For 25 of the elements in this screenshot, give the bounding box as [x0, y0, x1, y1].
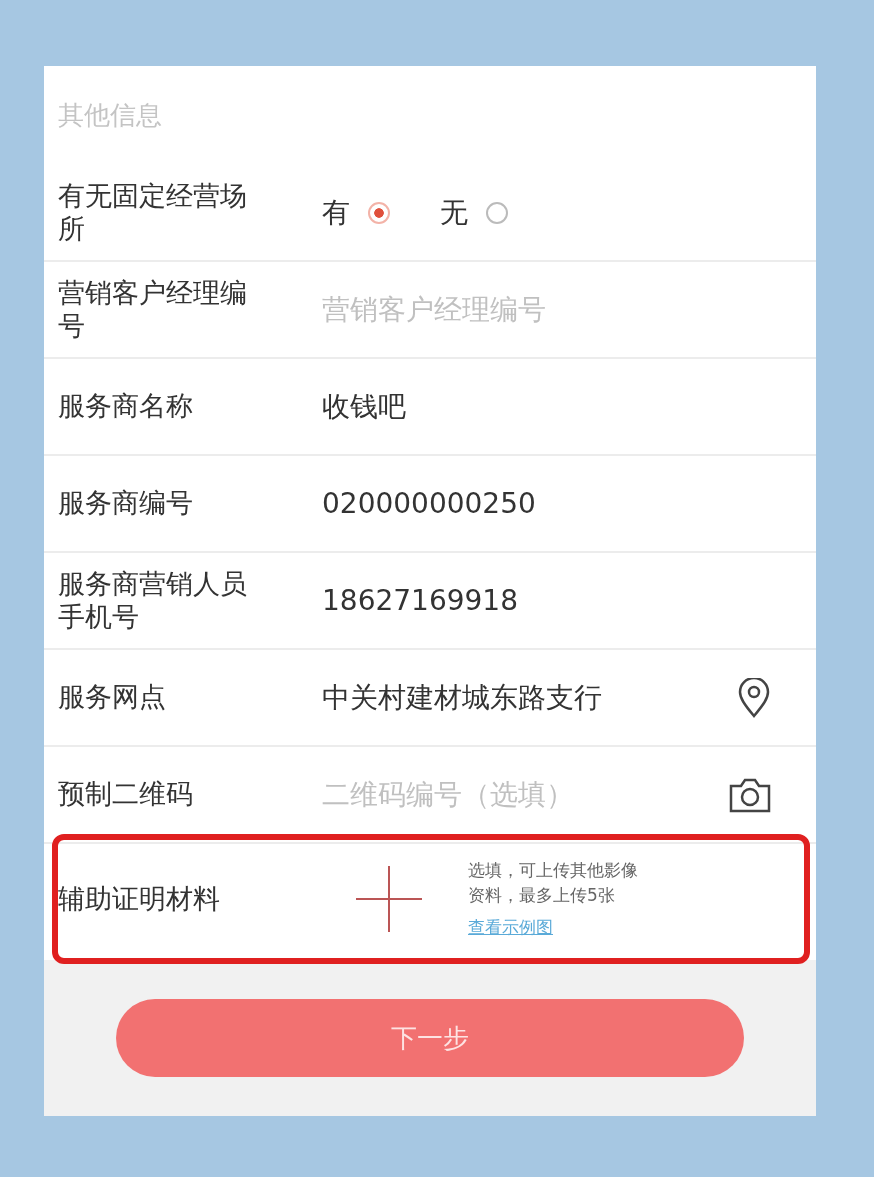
field-label: 有无固定经营场所: [58, 180, 248, 245]
example-link[interactable]: 查看示例图: [468, 915, 553, 940]
section-title: 其他信息: [57, 99, 163, 132]
option-label: 无: [440, 194, 468, 231]
input-field[interactable]: 二维码编号（选填）: [322, 773, 728, 816]
hint-text: 资料，最多上传5张: [468, 883, 616, 907]
field-label: 营销客户经理编号: [58, 277, 248, 342]
field-label: 辅助证明材料: [58, 882, 221, 916]
field-label: 预制二维码: [58, 778, 194, 811]
location-pin-icon[interactable]: [736, 677, 772, 718]
field-value: 收钱吧: [322, 388, 407, 425]
field-label: 服务商名称: [58, 390, 194, 423]
field-label: 服务商编号: [58, 487, 194, 520]
radio-button[interactable]: [486, 201, 508, 224]
plus-icon: [354, 864, 424, 934]
radio-button[interactable]: [368, 201, 390, 224]
field-value: 18627169918: [322, 582, 519, 619]
option-label: 有: [322, 194, 350, 231]
field-value: 020000000250: [322, 485, 537, 522]
next-button[interactable]: 下一步: [116, 999, 744, 1077]
input-field[interactable]: 营销客户经理编号: [322, 288, 802, 331]
field-value: 中关村建材城东路支行: [322, 679, 603, 716]
hint-text: 选填，可上传其他影像: [468, 859, 638, 883]
field-label: 服务商营销人员手机号: [58, 568, 248, 633]
field-label: 服务网点: [58, 681, 167, 714]
